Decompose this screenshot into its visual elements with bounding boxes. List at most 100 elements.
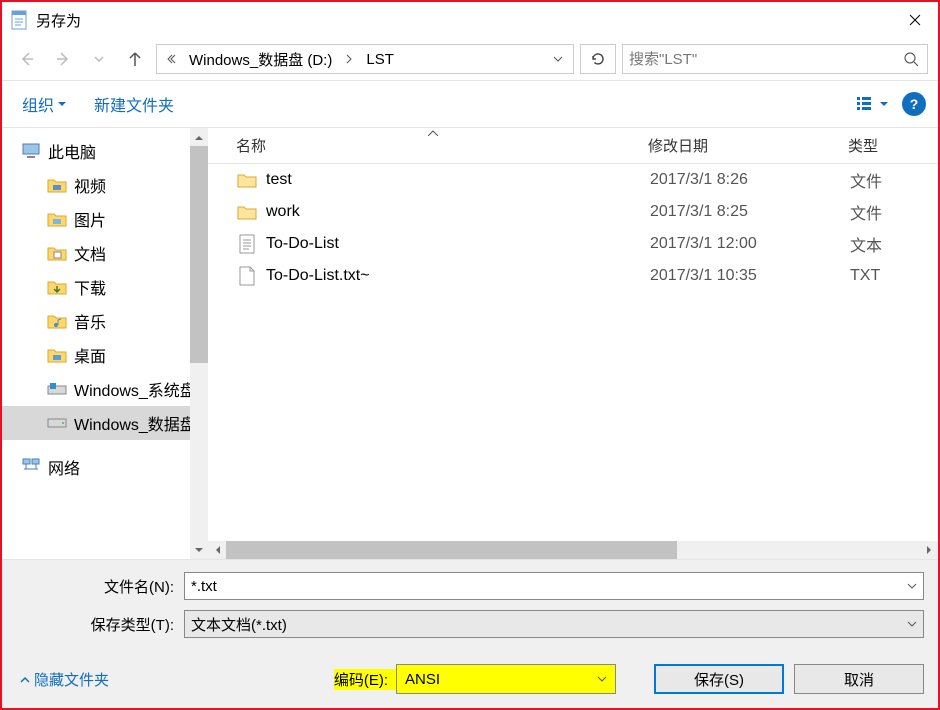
bottom-panel: 文件名(N): *.txt 保存类型(T): 文本文档(*.txt) 隐藏文件夹… <box>2 560 938 708</box>
file-date: 2017/3/1 8:26 <box>650 171 850 189</box>
sort-asc-icon <box>428 130 438 136</box>
network-icon <box>20 456 42 478</box>
tree-label: 文档 <box>74 241 106 265</box>
file-type: 文件 <box>850 168 882 192</box>
breadcrumb-overflow-icon[interactable] <box>161 45 183 73</box>
filename-label: 文件名(N): <box>16 576 184 597</box>
text-icon <box>234 233 260 255</box>
file-type: 文本 <box>850 232 882 256</box>
tree-downloads[interactable]: 下载 <box>2 270 208 304</box>
chevron-up-icon <box>20 676 30 683</box>
encoding-dropdown[interactable]: ANSI <box>396 664 616 694</box>
column-header: 名称 修改日期 类型 <box>208 128 938 164</box>
tree-sysdrive[interactable]: Windows_系统盘 <box>2 372 208 406</box>
main-area: 此电脑 视频 图片 文档 下载 <box>2 128 938 560</box>
tree-label: 音乐 <box>74 309 106 333</box>
new-folder-button[interactable]: 新建文件夹 <box>86 88 182 120</box>
tree-documents[interactable]: 文档 <box>2 236 208 270</box>
titlebar: 另存为 <box>2 2 938 38</box>
save-as-dialog: 另存为 Windows_数据盘 (D:) LST <box>0 0 940 710</box>
chevron-right-icon[interactable] <box>338 45 360 73</box>
folder-music-icon <box>46 310 68 332</box>
encoding-value: ANSI <box>405 671 597 688</box>
file-pane: 名称 修改日期 类型 test2017/3/1 8:26文件work2017/3… <box>208 128 938 559</box>
tree-label: Windows_系统盘 <box>74 377 196 401</box>
folder-videos-icon <box>46 174 68 196</box>
breadcrumb-dropdown-icon[interactable] <box>547 45 569 73</box>
cancel-button[interactable]: 取消 <box>794 664 924 694</box>
file-name: test <box>266 171 650 189</box>
file-date: 2017/3/1 10:35 <box>650 267 850 285</box>
tree-label: 网络 <box>48 455 80 479</box>
file-hscrollbar[interactable] <box>208 541 938 559</box>
scroll-up-icon[interactable] <box>190 128 208 146</box>
file-row[interactable]: test2017/3/1 8:26文件 <box>208 164 938 196</box>
organize-label: 组织 <box>22 92 54 116</box>
search-input[interactable] <box>629 51 901 68</box>
file-list: test2017/3/1 8:26文件work2017/3/1 8:25文件To… <box>208 164 938 541</box>
recent-dropdown[interactable] <box>84 44 114 74</box>
toolbar: 组织 新建文件夹 ? <box>2 80 938 128</box>
view-options-button[interactable] <box>856 90 888 118</box>
scroll-down-icon[interactable] <box>190 541 208 559</box>
file-name: To-Do-List.txt~ <box>266 267 650 285</box>
chevron-down-icon <box>597 676 607 682</box>
chevron-down-icon <box>907 583 917 589</box>
file-row[interactable]: To-Do-List.txt~2017/3/1 10:35TXT <box>208 260 938 292</box>
file-row[interactable]: work2017/3/1 8:25文件 <box>208 196 938 228</box>
computer-icon <box>20 140 42 162</box>
scroll-left-icon[interactable] <box>208 541 226 559</box>
notepad-icon <box>10 10 28 30</box>
filename-input[interactable]: *.txt <box>184 572 924 600</box>
tree-label: 下载 <box>74 275 106 299</box>
tree-pictures[interactable]: 图片 <box>2 202 208 236</box>
file-row[interactable]: To-Do-List2017/3/1 12:00文本 <box>208 228 938 260</box>
tree-label: Windows_数据盘 <box>74 411 196 435</box>
savetype-label: 保存类型(T): <box>16 614 184 635</box>
search-icon[interactable] <box>901 51 921 67</box>
folder-icon <box>234 169 260 191</box>
search-box[interactable] <box>622 44 928 74</box>
up-button[interactable] <box>120 44 150 74</box>
refresh-button[interactable] <box>580 44 616 74</box>
tree-this-pc[interactable]: 此电脑 <box>2 134 208 168</box>
folder-documents-icon <box>46 242 68 264</box>
col-date-header[interactable]: 修改日期 <box>648 135 848 156</box>
file-date: 2017/3/1 12:00 <box>650 235 850 253</box>
filename-value: *.txt <box>191 578 907 595</box>
close-button[interactable] <box>892 4 938 36</box>
file-type: 文件 <box>850 200 882 224</box>
tree-music[interactable]: 音乐 <box>2 304 208 338</box>
sidebar-scrollbar[interactable] <box>190 128 208 559</box>
forward-button[interactable] <box>48 44 78 74</box>
sidebar: 此电脑 视频 图片 文档 下载 <box>2 128 208 559</box>
folder-pictures-icon <box>46 208 68 230</box>
tree-desktop[interactable]: 桌面 <box>2 338 208 372</box>
folder-desktop-icon <box>46 344 68 366</box>
window-title: 另存为 <box>36 10 892 31</box>
save-button[interactable]: 保存(S) <box>654 664 784 694</box>
tree-label: 图片 <box>74 207 106 231</box>
organize-button[interactable]: 组织 <box>14 88 74 120</box>
tree-network[interactable]: 网络 <box>2 450 208 484</box>
back-button[interactable] <box>12 44 42 74</box>
address-bar[interactable]: Windows_数据盘 (D:) LST <box>156 44 574 74</box>
nav-row: Windows_数据盘 (D:) LST <box>2 38 938 80</box>
tree-datadrive[interactable]: Windows_数据盘 <box>2 406 208 440</box>
savetype-dropdown[interactable]: 文本文档(*.txt) <box>184 610 924 638</box>
help-button[interactable]: ? <box>902 92 926 116</box>
col-type-header[interactable]: 类型 <box>848 135 938 156</box>
hide-folders-link[interactable]: 隐藏文件夹 <box>16 669 109 690</box>
drive-icon <box>46 412 68 434</box>
folder-downloads-icon <box>46 276 68 298</box>
breadcrumb-seg-folder[interactable]: LST <box>360 45 400 73</box>
breadcrumb-seg-drive[interactable]: Windows_数据盘 (D:) <box>183 45 338 73</box>
encoding-label: 编码(E): <box>334 669 396 690</box>
tree-label: 此电脑 <box>48 139 96 163</box>
scroll-right-icon[interactable] <box>920 541 938 559</box>
col-name-header[interactable]: 名称 <box>208 135 648 156</box>
tree-videos[interactable]: 视频 <box>2 168 208 202</box>
chevron-down-icon <box>907 621 917 627</box>
new-folder-label: 新建文件夹 <box>94 92 174 116</box>
file-name: To-Do-List <box>266 235 650 253</box>
